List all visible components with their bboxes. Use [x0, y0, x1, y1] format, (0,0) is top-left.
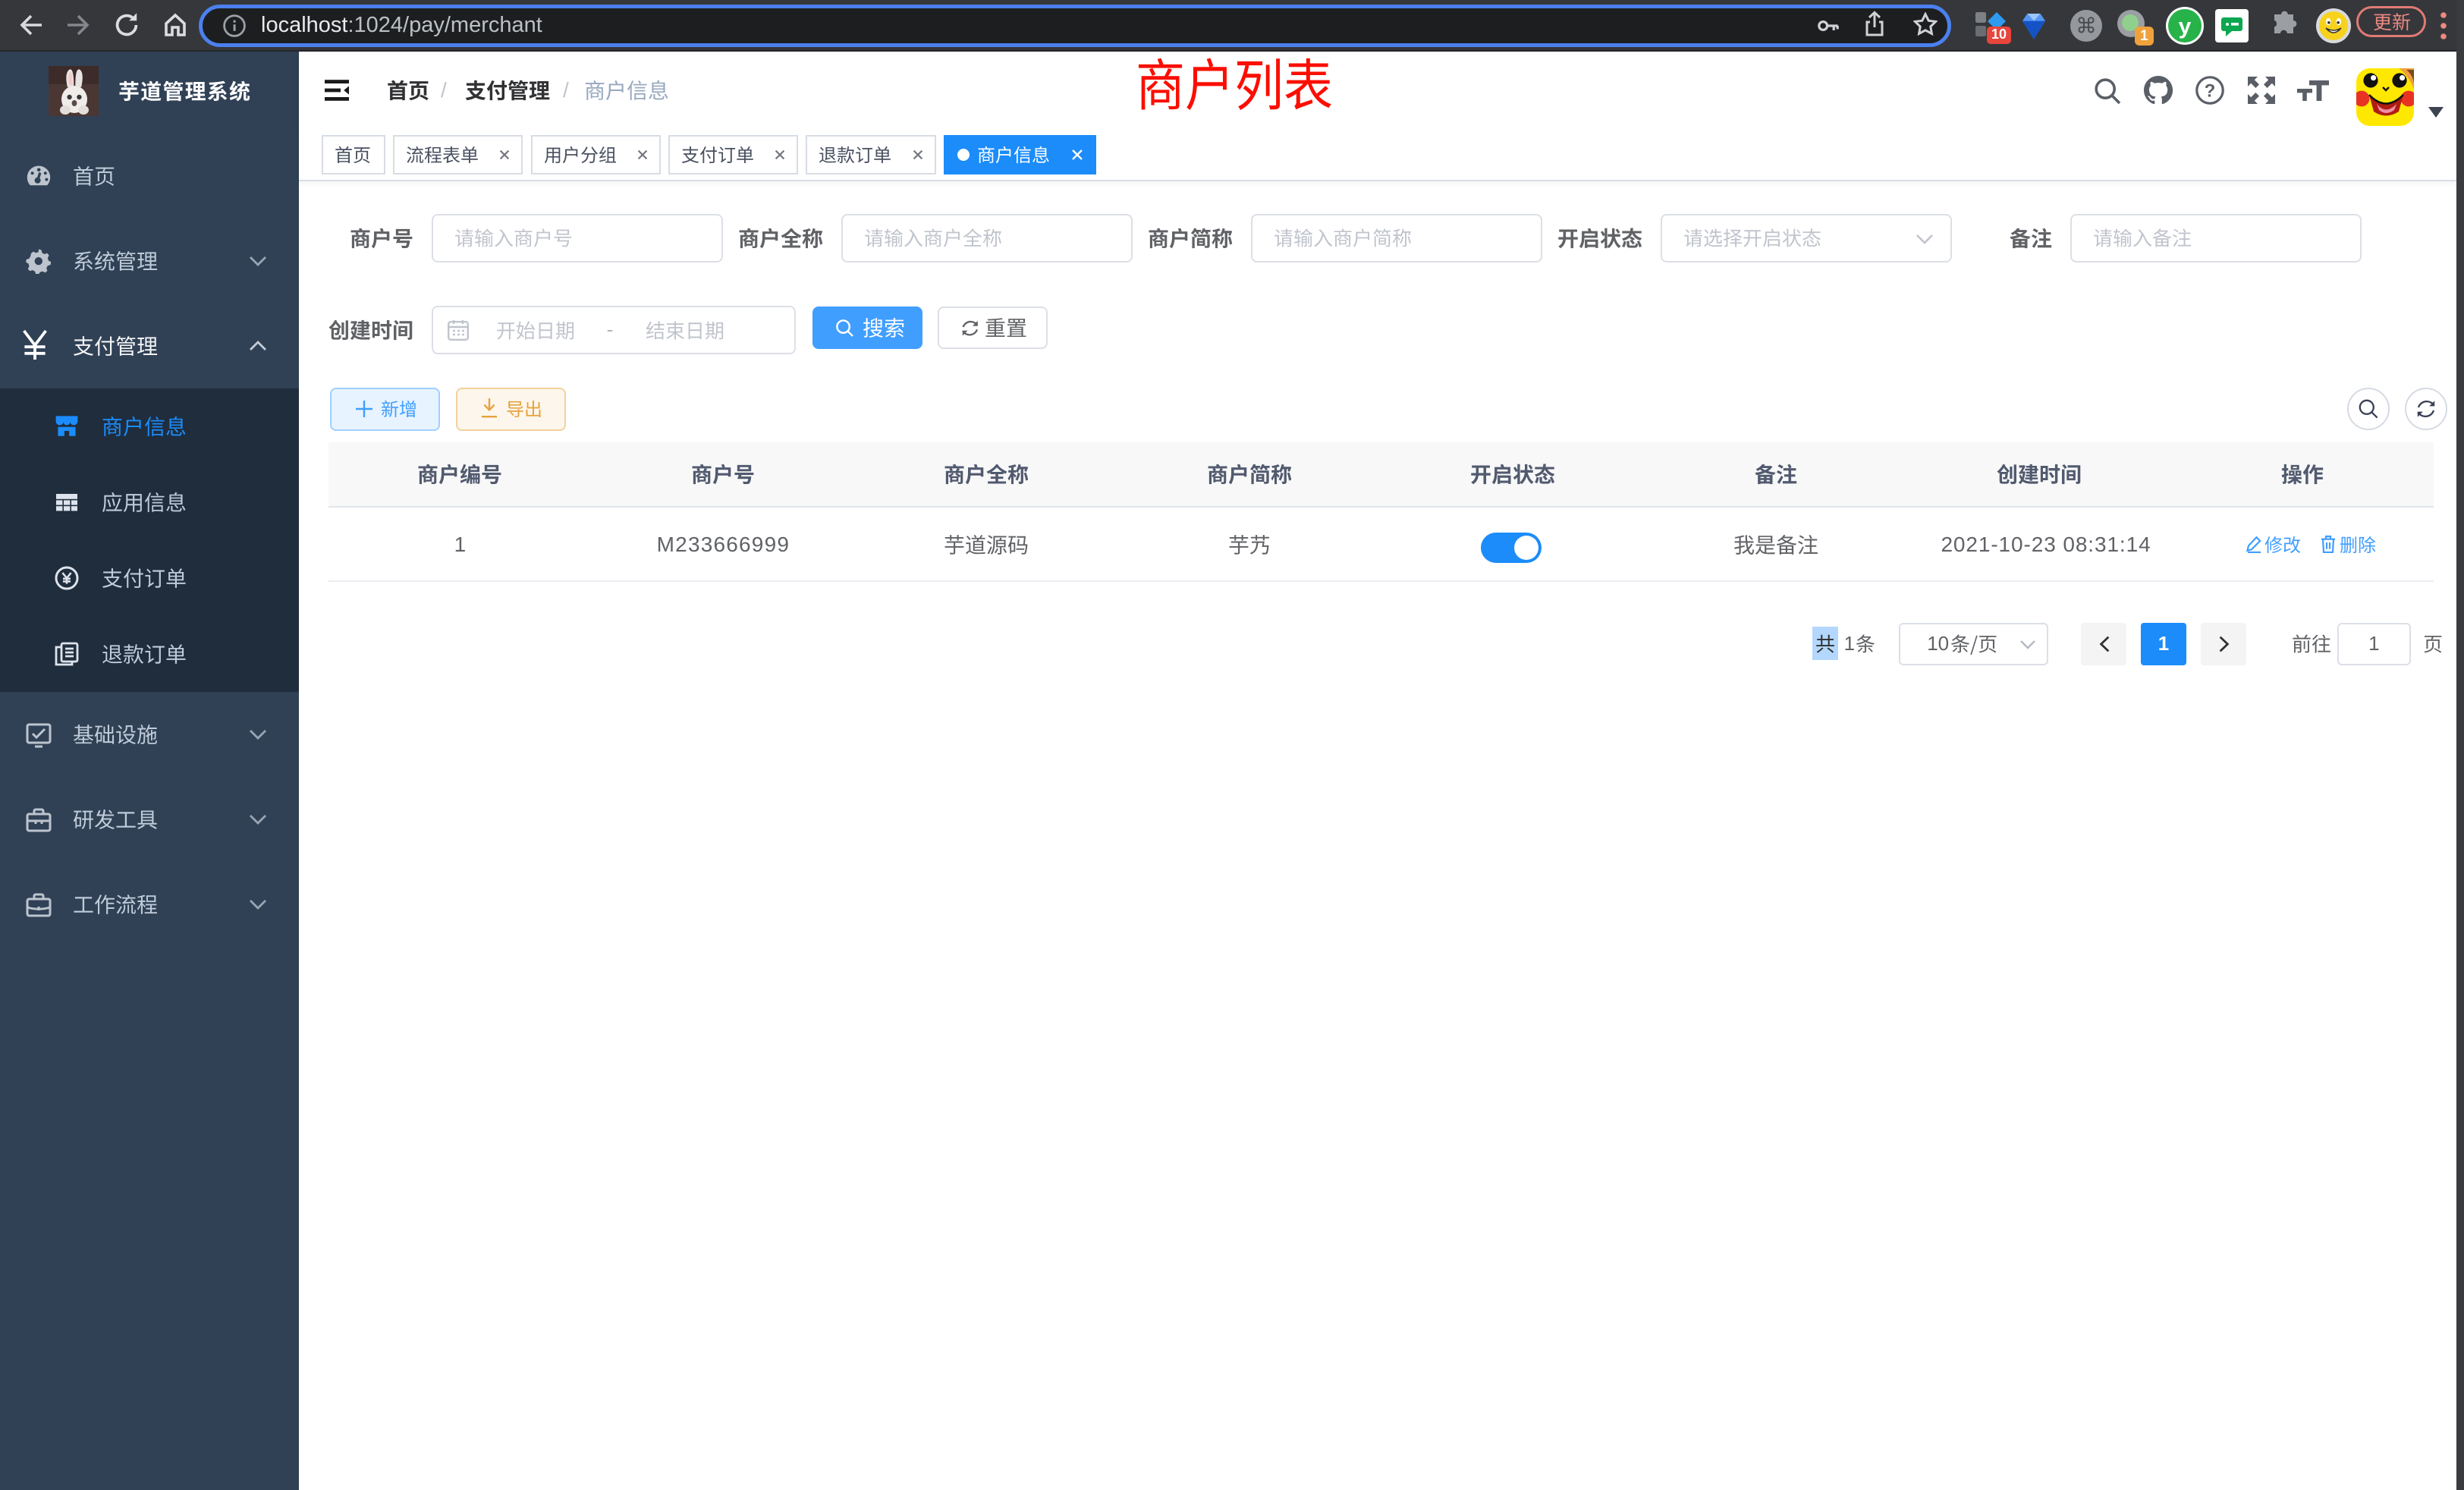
svg-text:?: ? [2205, 80, 2216, 101]
svg-text:y: y [2179, 14, 2192, 39]
svg-text:⌘: ⌘ [2076, 14, 2097, 38]
